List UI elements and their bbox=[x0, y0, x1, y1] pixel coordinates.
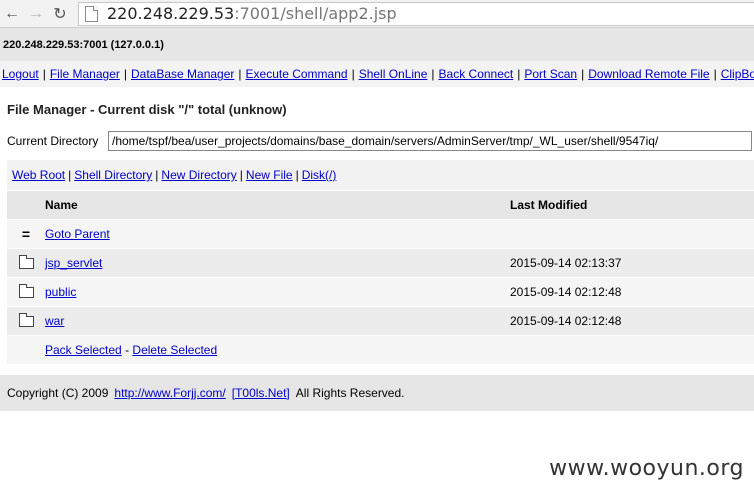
table-row: war 2015-09-14 02:12:48 bbox=[7, 306, 754, 336]
table-row: public 2015-09-14 02:12:48 bbox=[7, 277, 754, 307]
download-remote-file-link[interactable]: Download Remote File bbox=[588, 67, 709, 81]
file-panel: Web Root | Shell Directory | New Directory… bbox=[7, 160, 754, 364]
folder-icon bbox=[18, 284, 34, 299]
modified-cell: 2015-09-14 02:12:48 bbox=[510, 277, 754, 307]
separator: | bbox=[431, 67, 435, 81]
t00ls-link[interactable]: [T00ls.Net] bbox=[232, 386, 290, 400]
folder-link[interactable]: war bbox=[45, 314, 64, 328]
disk-link[interactable]: Disk(/) bbox=[302, 168, 337, 182]
pack-selected-link[interactable]: Pack Selected bbox=[45, 343, 122, 357]
shell-directory-link[interactable]: Shell Directory bbox=[74, 168, 152, 182]
main-content: File Manager - Current disk "/" total (u… bbox=[0, 87, 754, 411]
logout-link[interactable]: Logout bbox=[2, 67, 39, 81]
rights-text: All Rights Reserved. bbox=[295, 386, 405, 400]
address-bar[interactable]: 220.248.229.53:7001/shell/app2.jsp bbox=[78, 1, 754, 26]
server-label: 220.248.229.53:7001 (127.0.0.1) bbox=[3, 38, 164, 51]
goto-parent-row: = Goto Parent bbox=[7, 219, 754, 249]
folder-icon bbox=[18, 255, 34, 270]
page-title: File Manager - Current disk "/" total (u… bbox=[7, 102, 287, 117]
separator: | bbox=[239, 168, 243, 182]
folder-icon bbox=[18, 313, 34, 328]
top-nav: Logout | File Manager | DataBase Manager | … bbox=[0, 61, 754, 87]
separator: | bbox=[42, 67, 46, 81]
separator: | bbox=[123, 67, 127, 81]
goto-parent-link[interactable]: Goto Parent bbox=[45, 227, 110, 241]
back-arrow-icon[interactable]: ← bbox=[0, 2, 24, 26]
server-header: 220.248.229.53:7001 (127.0.0.1) bbox=[0, 28, 754, 61]
separator: | bbox=[68, 168, 72, 182]
folder-link[interactable]: public bbox=[45, 285, 76, 299]
separator: | bbox=[155, 168, 159, 182]
back-connect-link[interactable]: Back Connect bbox=[439, 67, 514, 81]
reload-icon[interactable]: ↻ bbox=[48, 2, 72, 26]
separator: | bbox=[238, 67, 242, 81]
quick-links: Web Root | Shell Directory | New Directory… bbox=[7, 160, 754, 190]
forward-arrow-icon[interactable]: → bbox=[24, 2, 48, 26]
watermark: www.wooyun.org bbox=[549, 456, 744, 481]
new-directory-link[interactable]: New Directory bbox=[161, 168, 236, 182]
file-manager-link[interactable]: File Manager bbox=[50, 67, 120, 81]
table-row: jsp_servlet 2015-09-14 02:13:37 bbox=[7, 248, 754, 278]
browser-toolbar: ← → ↻ 220.248.229.53:7001/shell/app2.jsp bbox=[0, 0, 754, 28]
shell-online-link[interactable]: Shell OnLine bbox=[359, 67, 428, 81]
separator: - bbox=[125, 343, 130, 357]
table-header: Name Last Modified bbox=[7, 190, 754, 220]
forjj-link[interactable]: http://www.Forjj.com/ bbox=[114, 386, 225, 400]
actions-row: Pack Selected - Delete Selected bbox=[7, 335, 754, 364]
separator: | bbox=[713, 67, 717, 81]
file-table: Name Last Modified = Goto Parent jsp_ser… bbox=[7, 190, 754, 364]
current-directory-input[interactable] bbox=[108, 131, 752, 151]
column-last-modified: Last Modified bbox=[510, 190, 754, 220]
copyright-text: Copyright (C) 2009 bbox=[7, 386, 109, 400]
new-file-link[interactable]: New File bbox=[246, 168, 293, 182]
parent-icon: = bbox=[21, 226, 31, 242]
separator: | bbox=[351, 67, 355, 81]
port-scan-link[interactable]: Port Scan bbox=[524, 67, 577, 81]
footer: Copyright (C) 2009 http://www.Forjj.com/… bbox=[0, 375, 754, 411]
current-directory-label: Current Directory bbox=[7, 134, 99, 148]
column-name: Name bbox=[45, 190, 510, 220]
current-directory-row: Current Directory bbox=[0, 124, 754, 158]
modified-cell: 2015-09-14 02:12:48 bbox=[510, 306, 754, 336]
execute-command-link[interactable]: Execute Command bbox=[246, 67, 348, 81]
url-host: 220.248.229.53 bbox=[107, 4, 235, 23]
separator: | bbox=[517, 67, 521, 81]
clipboard-link[interactable]: ClipBo bbox=[721, 67, 754, 81]
database-manager-link[interactable]: DataBase Manager bbox=[131, 67, 234, 81]
modified-cell: 2015-09-14 02:13:37 bbox=[510, 248, 754, 278]
web-root-link[interactable]: Web Root bbox=[12, 168, 65, 182]
url-path: :7001/shell/app2.jsp bbox=[234, 4, 397, 23]
separator: | bbox=[581, 67, 585, 81]
delete-selected-link[interactable]: Delete Selected bbox=[132, 343, 217, 357]
folder-link[interactable]: jsp_servlet bbox=[45, 256, 102, 270]
separator: | bbox=[295, 168, 299, 182]
page-icon bbox=[85, 5, 98, 22]
